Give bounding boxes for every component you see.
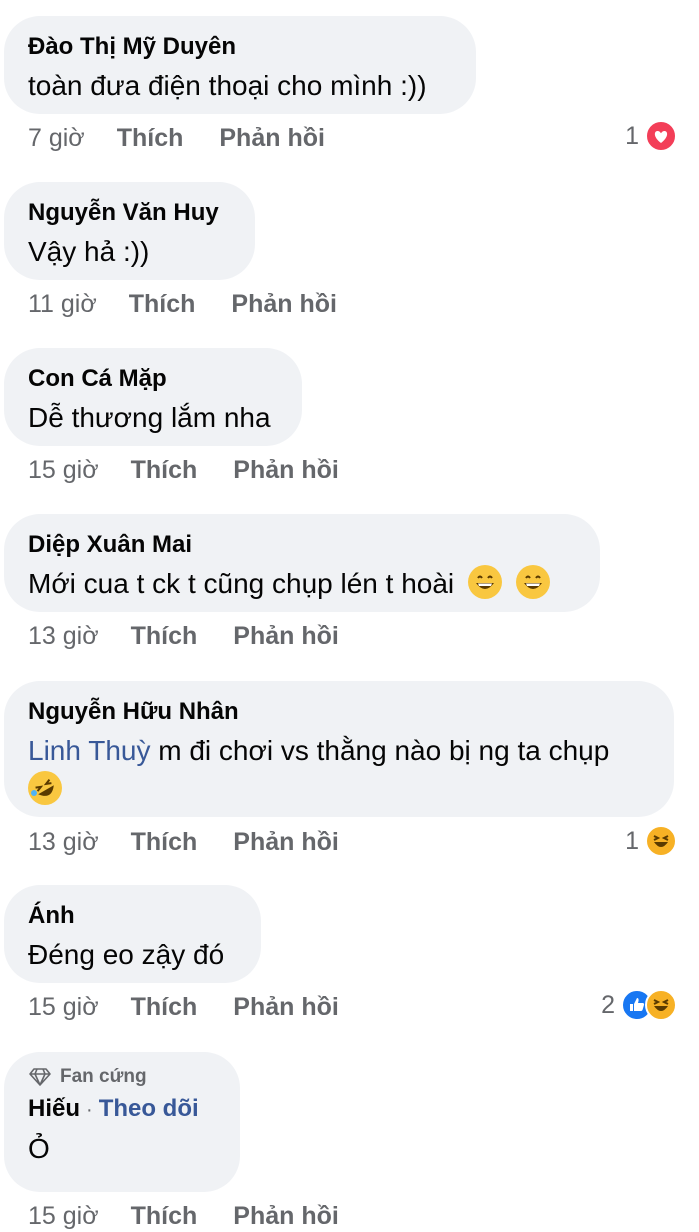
reply-button[interactable]: Phản hồi	[233, 992, 339, 1022]
comment-text-row: Mới cua t ck t cũng chụp lén t hoài	[28, 564, 576, 604]
commenter-name[interactable]: Hiếu	[28, 1095, 80, 1122]
comment-actions: 13 giờ Thích Phản hồi	[28, 827, 375, 857]
comment-time[interactable]: 15 giờ	[28, 992, 99, 1022]
comment-time[interactable]: 15 giờ	[28, 1201, 99, 1231]
mention-link[interactable]: Linh Thuỳ	[28, 735, 150, 766]
reaction-count: 1	[625, 826, 639, 855]
reaction-count: 1	[625, 121, 639, 150]
comment-time[interactable]: 13 giờ	[28, 827, 99, 857]
comment-time[interactable]: 7 giờ	[28, 123, 85, 153]
diamond-icon	[29, 1068, 51, 1086]
comment-text: Vậy hả :))	[28, 236, 150, 267]
comment-bubble[interactable]: Con Cá Mặp Dễ thương lắm nha	[4, 348, 302, 446]
reply-button[interactable]: Phản hồi	[233, 621, 339, 651]
comment-text: Đéng eo zậy đó	[28, 939, 225, 970]
comment-text: Mới cua t ck t cũng chụp lén t hoài	[28, 568, 455, 599]
comment-actions: 15 giờ Thích Phản hồi	[28, 992, 375, 1022]
heart-reaction-icon	[645, 120, 677, 152]
fan-badge: Fan cứng	[28, 1066, 216, 1088]
commenter-name[interactable]: Nguyễn Văn Huy	[28, 198, 231, 228]
comment-text-row	[28, 771, 650, 811]
haha-reaction-icon	[645, 825, 677, 857]
commenter-name[interactable]: Đào Thị Mỹ Duyên	[28, 32, 452, 62]
haha-reaction-icon	[645, 989, 677, 1021]
commenter-name[interactable]: Diệp Xuân Mai	[28, 530, 576, 560]
commenter-name[interactable]: Nguyễn Hữu Nhân	[28, 697, 650, 727]
reply-button[interactable]: Phản hồi	[219, 123, 325, 153]
rolling-laughing-emoji-icon	[28, 771, 62, 805]
like-button[interactable]: Thích	[131, 827, 198, 857]
comment-actions: 15 giờ Thích Phản hồi	[28, 1201, 375, 1231]
reaction-summary[interactable]: 1	[625, 825, 677, 857]
fan-badge-label: Fan cứng	[60, 1066, 147, 1087]
like-button[interactable]: Thích	[131, 455, 198, 485]
reaction-count: 2	[601, 990, 615, 1019]
reaction-summary[interactable]: 1	[625, 120, 677, 152]
grinning-emoji-icon	[467, 565, 502, 599]
like-button[interactable]: Thích	[129, 289, 196, 319]
separator-dot: ·	[86, 1099, 93, 1121]
comment-text: Dễ thương lắm nha	[28, 402, 271, 433]
comment-time[interactable]: 11 giờ	[28, 289, 97, 319]
comment-text: Ỏ	[28, 1133, 50, 1164]
comment-text: m đi chơi vs thằng nào bị ng ta chụp	[150, 735, 610, 766]
comment-time[interactable]: 15 giờ	[28, 455, 99, 485]
reply-button[interactable]: Phản hồi	[233, 827, 339, 857]
comment-text: toàn đưa điện thoại cho mình :))	[28, 70, 427, 101]
comment-actions: 11 giờ Thích Phản hồi	[28, 289, 373, 319]
reply-button[interactable]: Phản hồi	[231, 289, 337, 319]
comment-actions: 15 giờ Thích Phản hồi	[28, 455, 375, 485]
comment-bubble[interactable]: Đào Thị Mỹ Duyên toàn đưa điện thoại cho…	[4, 16, 476, 114]
like-button[interactable]: Thích	[131, 992, 198, 1022]
reaction-summary[interactable]: 2	[601, 989, 677, 1021]
reply-button[interactable]: Phản hồi	[233, 1201, 339, 1231]
comment-text-row: Linh Thuỳ m đi chơi vs thằng nào bị ng t…	[28, 731, 650, 771]
comment-time[interactable]: 13 giờ	[28, 621, 99, 651]
reply-button[interactable]: Phản hồi	[233, 455, 339, 485]
follow-link[interactable]: Theo dõi	[99, 1095, 199, 1122]
like-button[interactable]: Thích	[131, 1201, 198, 1231]
comment-actions: 7 giờ Thích Phản hồi	[28, 123, 361, 153]
like-button[interactable]: Thích	[131, 621, 198, 651]
grinning-emoji-icon	[515, 565, 550, 599]
comment-bubble[interactable]: Nguyễn Hữu Nhân Linh Thuỳ m đi chơi vs t…	[4, 681, 674, 817]
comment-bubble[interactable]: Ánh Đéng eo zậy đó	[4, 885, 261, 983]
commenter-name[interactable]: Ánh	[28, 901, 237, 931]
commenter-name[interactable]: Con Cá Mặp	[28, 364, 278, 394]
comment-actions: 13 giờ Thích Phản hồi	[28, 621, 375, 651]
commenter-name-row: Hiếu · Theo dõi	[28, 1094, 216, 1125]
comment-bubble[interactable]: Diệp Xuân Mai Mới cua t ck t cũng chụp l…	[4, 514, 600, 612]
comment-bubble[interactable]: Fan cứng Hiếu · Theo dõi Ỏ	[4, 1052, 240, 1192]
comment-bubble[interactable]: Nguyễn Văn Huy Vậy hả :))	[4, 182, 255, 280]
like-button[interactable]: Thích	[117, 123, 184, 153]
